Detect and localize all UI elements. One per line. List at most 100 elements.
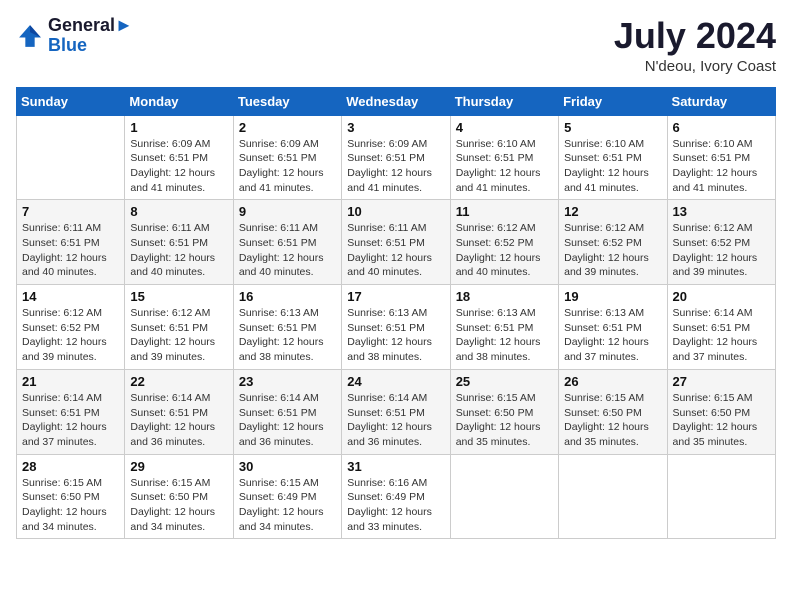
calendar-cell: 17 Sunrise: 6:13 AMSunset: 6:51 PMDayligh…	[342, 285, 450, 370]
day-info: Sunrise: 6:09 AMSunset: 6:51 PMDaylight:…	[347, 137, 444, 196]
day-info: Sunrise: 6:13 AMSunset: 6:51 PMDaylight:…	[239, 306, 336, 365]
calendar-cell: 12Sunrise: 6:12 AMSunset: 6:52 PMDayligh…	[559, 200, 667, 285]
day-info: Sunrise: 6:12 AMSunset: 6:52 PMDaylight:…	[456, 221, 553, 280]
day-number: 9	[239, 204, 336, 219]
day-info: Sunrise: 6:11 AMSunset: 6:51 PMDaylight:…	[239, 221, 336, 280]
day-number: 16	[239, 289, 336, 304]
day-info: Sunrise: 6:09 AMSunset: 6:51 PMDaylight:…	[239, 137, 336, 196]
calendar-cell	[667, 454, 775, 539]
day-info: Sunrise: 6:11 AMSunset: 6:51 PMDaylight:…	[22, 221, 119, 280]
weekday-header: Thursday	[450, 87, 558, 115]
day-number: 17	[347, 289, 444, 304]
day-info: Sunrise: 6:14 AMSunset: 6:51 PMDaylight:…	[347, 391, 444, 450]
day-info: Sunrise: 6:11 AMSunset: 6:51 PMDaylight:…	[347, 221, 444, 280]
day-info: Sunrise: 6:10 AMSunset: 6:51 PMDaylight:…	[564, 137, 661, 196]
day-number: 26	[564, 374, 661, 389]
day-number: 13	[673, 204, 770, 219]
weekday-header: Saturday	[667, 87, 775, 115]
day-number: 19	[564, 289, 661, 304]
page-header: General► Blue July 2024 N'deou, Ivory Co…	[16, 16, 776, 75]
day-number: 6	[673, 120, 770, 135]
calendar-cell: 6 Sunrise: 6:10 AMSunset: 6:51 PMDaylight…	[667, 115, 775, 200]
day-number: 15	[130, 289, 227, 304]
day-number: 24	[347, 374, 444, 389]
calendar-cell: 26 Sunrise: 6:15 AMSunset: 6:50 PMDayligh…	[559, 369, 667, 454]
day-number: 28	[22, 459, 119, 474]
calendar-cell: 19Sunrise: 6:13 AMSunset: 6:51 PMDayligh…	[559, 285, 667, 370]
calendar-cell: 28Sunrise: 6:15 AMSunset: 6:50 PMDayligh…	[17, 454, 125, 539]
day-number: 5	[564, 120, 661, 135]
logo: General► Blue	[16, 16, 133, 56]
day-info: Sunrise: 6:12 AMSunset: 6:52 PMDaylight:…	[564, 221, 661, 280]
calendar-cell: 13Sunrise: 6:12 AMSunset: 6:52 PMDayligh…	[667, 200, 775, 285]
day-info: Sunrise: 6:14 AMSunset: 6:51 PMDaylight:…	[130, 391, 227, 450]
calendar-cell: 20Sunrise: 6:14 AMSunset: 6:51 PMDayligh…	[667, 285, 775, 370]
calendar-cell: 18 Sunrise: 6:13 AMSunset: 6:51 PMDayligh…	[450, 285, 558, 370]
day-info: Sunrise: 6:12 AMSunset: 6:51 PMDaylight:…	[130, 306, 227, 365]
calendar-cell: 24 Sunrise: 6:14 AMSunset: 6:51 PMDayligh…	[342, 369, 450, 454]
day-info: Sunrise: 6:13 AMSunset: 6:51 PMDaylight:…	[456, 306, 553, 365]
header-row: SundayMondayTuesdayWednesdayThursdayFrid…	[17, 87, 776, 115]
day-info: Sunrise: 6:13 AMSunset: 6:51 PMDaylight:…	[347, 306, 444, 365]
calendar-cell: 2 Sunrise: 6:09 AMSunset: 6:51 PMDaylight…	[233, 115, 341, 200]
day-number: 10	[347, 204, 444, 219]
calendar-week-row: 7 Sunrise: 6:11 AMSunset: 6:51 PMDaylight…	[17, 200, 776, 285]
day-number: 23	[239, 374, 336, 389]
day-number: 3	[347, 120, 444, 135]
day-number: 30	[239, 459, 336, 474]
day-number: 27	[673, 374, 770, 389]
day-info: Sunrise: 6:12 AMSunset: 6:52 PMDaylight:…	[22, 306, 119, 365]
day-info: Sunrise: 6:09 AMSunset: 6:51 PMDaylight:…	[130, 137, 227, 196]
day-number: 14	[22, 289, 119, 304]
weekday-header: Friday	[559, 87, 667, 115]
day-number: 7	[22, 204, 119, 219]
calendar-cell: 8Sunrise: 6:11 AMSunset: 6:51 PMDaylight…	[125, 200, 233, 285]
day-info: Sunrise: 6:15 AMSunset: 6:50 PMDaylight:…	[564, 391, 661, 450]
day-info: Sunrise: 6:14 AMSunset: 6:51 PMDaylight:…	[239, 391, 336, 450]
day-info: Sunrise: 6:16 AMSunset: 6:49 PMDaylight:…	[347, 476, 444, 535]
calendar-cell: 11 Sunrise: 6:12 AMSunset: 6:52 PMDayligh…	[450, 200, 558, 285]
calendar-cell: 3 Sunrise: 6:09 AMSunset: 6:51 PMDaylight…	[342, 115, 450, 200]
calendar-week-row: 1 Sunrise: 6:09 AMSunset: 6:51 PMDaylight…	[17, 115, 776, 200]
weekday-header: Tuesday	[233, 87, 341, 115]
day-info: Sunrise: 6:10 AMSunset: 6:51 PMDaylight:…	[456, 137, 553, 196]
day-number: 22	[130, 374, 227, 389]
calendar-cell: 23 Sunrise: 6:14 AMSunset: 6:51 PMDayligh…	[233, 369, 341, 454]
calendar-cell: 22 Sunrise: 6:14 AMSunset: 6:51 PMDayligh…	[125, 369, 233, 454]
calendar-cell: 14 Sunrise: 6:12 AMSunset: 6:52 PMDayligh…	[17, 285, 125, 370]
calendar-cell: 4Sunrise: 6:10 AMSunset: 6:51 PMDaylight…	[450, 115, 558, 200]
day-number: 8	[130, 204, 227, 219]
calendar-cell: 15 Sunrise: 6:12 AMSunset: 6:51 PMDayligh…	[125, 285, 233, 370]
weekday-header: Sunday	[17, 87, 125, 115]
calendar-cell: 1 Sunrise: 6:09 AMSunset: 6:51 PMDaylight…	[125, 115, 233, 200]
calendar-cell: 29Sunrise: 6:15 AMSunset: 6:50 PMDayligh…	[125, 454, 233, 539]
calendar-cell: 31Sunrise: 6:16 AMSunset: 6:49 PMDayligh…	[342, 454, 450, 539]
day-number: 1	[130, 120, 227, 135]
day-info: Sunrise: 6:15 AMSunset: 6:50 PMDaylight:…	[456, 391, 553, 450]
calendar-cell: 7 Sunrise: 6:11 AMSunset: 6:51 PMDaylight…	[17, 200, 125, 285]
calendar-cell: 16 Sunrise: 6:13 AMSunset: 6:51 PMDayligh…	[233, 285, 341, 370]
calendar-week-row: 21 Sunrise: 6:14 AMSunset: 6:51 PMDayligh…	[17, 369, 776, 454]
logo-icon	[16, 22, 44, 50]
day-number: 25	[456, 374, 553, 389]
calendar-week-row: 28 Sunrise: 6:15 AMSunset: 6:50 PMDayligh…	[17, 454, 776, 539]
calendar-cell: 21 Sunrise: 6:14 AMSunset: 6:51 PMDayligh…	[17, 369, 125, 454]
month-title: July 2024	[614, 16, 776, 56]
day-info: Sunrise: 6:15 AMSunset: 6:50 PMDaylight:…	[673, 391, 770, 450]
day-info: Sunrise: 6:15 AMSunset: 6:50 PMDaylight:…	[130, 476, 227, 535]
calendar-cell: 9 Sunrise: 6:11 AMSunset: 6:51 PMDaylight…	[233, 200, 341, 285]
day-info: Sunrise: 6:10 AMSunset: 6:51 PMDaylight:…	[673, 137, 770, 196]
calendar-cell: 27 Sunrise: 6:15 AMSunset: 6:50 PMDayligh…	[667, 369, 775, 454]
calendar-cell: 10 Sunrise: 6:11 AMSunset: 6:51 PMDayligh…	[342, 200, 450, 285]
calendar-header: SundayMondayTuesdayWednesdayThursdayFrid…	[17, 87, 776, 115]
location-title: N'deou, Ivory Coast	[614, 58, 776, 75]
day-number: 21	[22, 374, 119, 389]
calendar-cell	[450, 454, 558, 539]
day-number: 18	[456, 289, 553, 304]
weekday-header: Monday	[125, 87, 233, 115]
day-number: 20	[673, 289, 770, 304]
day-info: Sunrise: 6:14 AMSunset: 6:51 PMDaylight:…	[22, 391, 119, 450]
weekday-header: Wednesday	[342, 87, 450, 115]
day-number: 2	[239, 120, 336, 135]
day-number: 11	[456, 204, 553, 219]
